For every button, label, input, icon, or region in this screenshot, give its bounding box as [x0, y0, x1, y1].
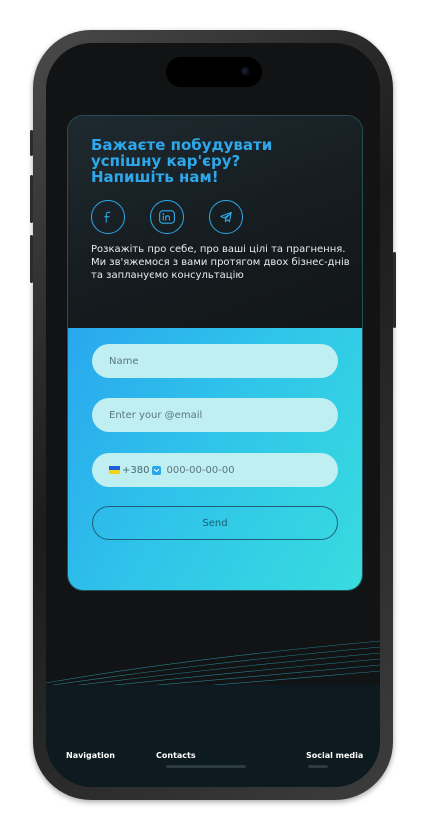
phone-screen: Бажаєте побудувати успішну кар'єру? Напи…: [46, 43, 380, 787]
power-button: [393, 252, 396, 328]
footer-placeholder-line: [308, 765, 328, 768]
footer-social-heading: Social media: [306, 751, 364, 760]
linkedin-button[interactable]: [150, 200, 184, 234]
dynamic-island: [166, 57, 262, 87]
contact-card-header: Бажаєте побудувати успішну кар'єру? Напи…: [68, 116, 362, 328]
facebook-icon: [104, 211, 111, 223]
footer: Navigation Contacts Social media: [46, 685, 380, 787]
action-button: [30, 130, 33, 156]
social-links: [91, 200, 243, 234]
contact-form: +380 Send: [68, 328, 362, 590]
contact-card: Бажаєте побудувати успішну кар'єру? Напи…: [67, 115, 363, 591]
phone-input[interactable]: [166, 464, 287, 476]
facebook-button[interactable]: [91, 200, 125, 234]
email-input[interactable]: [109, 409, 321, 421]
linkedin-icon: [159, 210, 175, 224]
send-button[interactable]: Send: [92, 506, 338, 540]
name-field: [92, 344, 338, 378]
decorative-wave-lines: [46, 640, 380, 693]
footer-placeholder-line: [166, 765, 246, 768]
chevron-down-icon: [154, 468, 160, 472]
phone-field: +380: [92, 453, 338, 487]
card-title: Бажаєте побудувати успішну кар'єру? Напи…: [91, 136, 273, 186]
ukraine-flag-icon: [109, 466, 120, 474]
footer-navigation-heading: Navigation: [66, 751, 115, 760]
volume-up-button: [30, 175, 33, 223]
volume-down-button: [30, 235, 33, 283]
telegram-button[interactable]: [209, 200, 243, 234]
name-input[interactable]: [109, 355, 321, 367]
country-dropdown[interactable]: [152, 465, 162, 475]
camera-icon: [241, 67, 250, 76]
telegram-icon: [220, 211, 232, 223]
card-description: Розкажіть про себе, про ваші цілі та пра…: [91, 244, 350, 281]
footer-contacts-heading: Contacts: [156, 751, 196, 760]
dial-code: +380: [122, 464, 150, 476]
email-field: [92, 398, 338, 432]
